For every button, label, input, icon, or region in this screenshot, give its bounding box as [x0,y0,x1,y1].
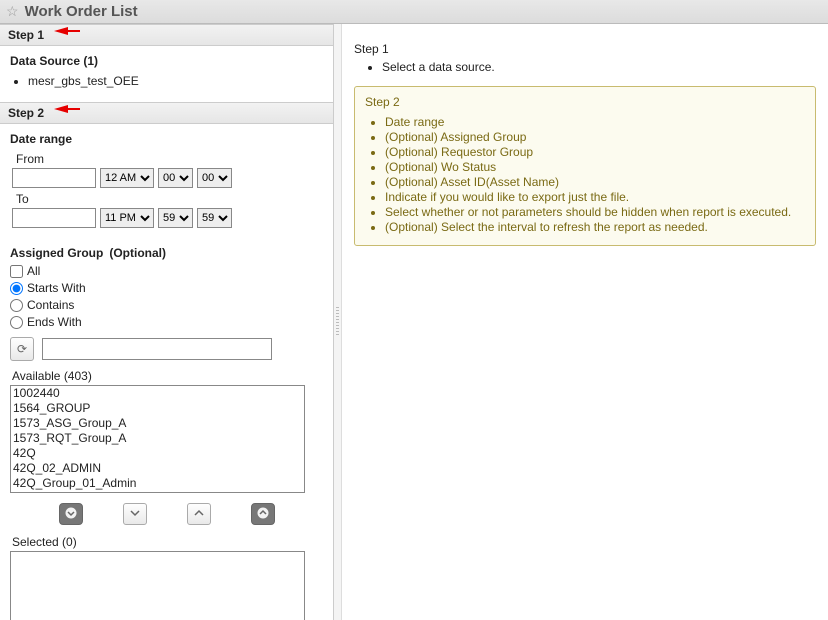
instruction-item: (Optional) Asset ID(Asset Name) [385,175,805,189]
move-all-up-button[interactable] [251,503,275,525]
to-hour-select[interactable]: 12 AM1 AM2 AM3 AM4 AM5 AM6 AM7 AM8 AM9 A… [100,208,154,228]
refresh-button[interactable]: ⟳ [10,337,34,361]
to-date-input[interactable] [12,208,96,228]
starts-with-radio[interactable] [10,282,23,295]
list-item[interactable]: 1573_RQT_Group_A [11,431,304,446]
list-item[interactable]: 1564_GROUP [11,401,304,416]
from-min-select[interactable]: 0015304559 [158,168,193,188]
filter-input[interactable] [42,338,272,360]
chevron-up-icon [194,507,204,521]
selected-label: Selected (0) [12,535,323,549]
instruction-item: Select a data source. [382,60,816,74]
list-item[interactable]: 42Q_02_ADMIN [11,461,304,476]
refresh-icon: ⟳ [17,342,27,356]
data-source-item: mesr_gbs_test_OEE [28,74,323,88]
move-up-button[interactable] [187,503,211,525]
to-min-select[interactable]: 0015304559 [158,208,193,228]
step1-body: Data Source (1) mesr_gbs_test_OEE [0,46,333,102]
instruction-item: Select whether or not parameters should … [385,205,805,219]
instruction-item: Indicate if you would like to export jus… [385,190,805,204]
list-item[interactable]: 42Q_Group_01_Admin [11,476,304,491]
step1-header[interactable]: Step 1 [0,24,333,46]
starts-with-label: Starts With [27,281,86,295]
assigned-group-label: Assigned Group [10,246,103,260]
list-item[interactable]: 1002440 [11,386,304,401]
arrow-icon [54,27,68,35]
contains-label: Contains [27,298,74,312]
instruction-item: Date range [385,115,805,129]
page-header: ☆ Work Order List [0,0,828,24]
right-step2-box: Step 2 Date range(Optional) Assigned Gro… [354,86,816,246]
date-range-label: Date range [10,132,323,146]
data-source-label: Data Source (1) [10,54,323,68]
favorite-star-icon[interactable]: ☆ [6,3,19,20]
right-step1-list: Select a data source. [382,60,816,74]
move-down-button[interactable] [123,503,147,525]
from-sec-select[interactable]: 0015304559 [197,168,232,188]
from-date-input[interactable] [12,168,96,188]
instruction-item: (Optional) Requestor Group [385,145,805,159]
step2-body: Date range From 12 AM1 AM2 AM3 AM4 AM5 A… [0,124,333,620]
right-step2-list: Date range(Optional) Assigned Group(Opti… [385,115,805,234]
from-hour-select[interactable]: 12 AM1 AM2 AM3 AM4 AM5 AM6 AM7 AM8 AM9 A… [100,168,154,188]
instruction-item: (Optional) Assigned Group [385,130,805,144]
from-label: From [16,152,323,166]
page-title: Work Order List [25,3,138,20]
to-sec-select[interactable]: 0015304559 [197,208,232,228]
chevron-down-icon [130,507,140,521]
circle-down-icon [65,507,77,522]
right-panel: Step 1 Select a data source. Step 2 Date… [342,24,828,620]
data-source-list: mesr_gbs_test_OEE [28,74,323,88]
list-item[interactable]: 42Q [11,446,304,461]
left-panel: Step 1 Data Source (1) mesr_gbs_test_OEE… [0,24,334,620]
right-step2-title: Step 2 [365,95,805,109]
selected-listbox[interactable] [10,551,305,620]
step2-header-label: Step 2 [8,106,44,120]
to-label: To [16,192,323,206]
available-listbox[interactable]: 10024401564_GROUP1573_ASG_Group_A1573_RQ… [10,385,305,493]
move-all-down-button[interactable] [59,503,83,525]
all-label: All [27,264,40,278]
optional-label: (Optional) [109,246,166,260]
step2-header[interactable]: Step 2 [0,102,333,124]
ends-with-radio[interactable] [10,316,23,329]
main-body: Step 1 Data Source (1) mesr_gbs_test_OEE… [0,24,828,620]
panel-resize-handle[interactable] [334,24,342,620]
list-item[interactable]: 1573_ASG_Group_A [11,416,304,431]
instruction-item: (Optional) Wo Status [385,160,805,174]
circle-up-icon [257,507,269,522]
step1-header-label: Step 1 [8,28,44,42]
ends-with-label: Ends With [27,315,82,329]
available-label: Available (403) [12,369,323,383]
all-checkbox[interactable] [10,265,23,278]
instruction-item: (Optional) Select the interval to refres… [385,220,805,234]
right-step1-title: Step 1 [354,42,816,56]
arrow-icon [54,105,68,113]
contains-radio[interactable] [10,299,23,312]
list-item[interactable]: 42q_GROUP_02_ADMIN [11,491,304,493]
